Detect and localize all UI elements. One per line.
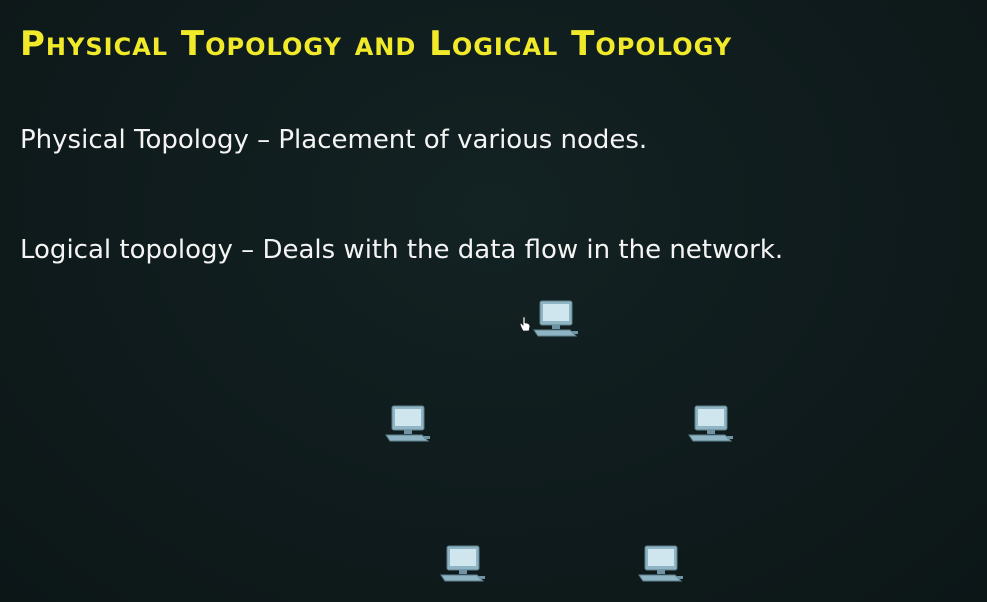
physical-topology-definition: Physical Topology – Placement of various… [20,125,648,155]
logical-topology-definition: Logical topology – Deals with the data f… [20,235,784,265]
slide: Physical Topology and Logical Topology P… [0,0,987,602]
computer-icon [440,545,485,582]
computer-node-bottom-left [439,545,487,587]
computer-node-left [384,405,432,447]
hand-cursor-icon [519,316,531,332]
slide-title: Physical Topology and Logical Topology [20,24,733,64]
computer-node-right [687,405,735,447]
computer-icon [533,300,578,337]
computer-icon [385,405,430,442]
computer-node-bottom-right [637,545,685,587]
computer-icon [638,545,683,582]
computer-icon [688,405,733,442]
computer-node-top [532,300,580,342]
